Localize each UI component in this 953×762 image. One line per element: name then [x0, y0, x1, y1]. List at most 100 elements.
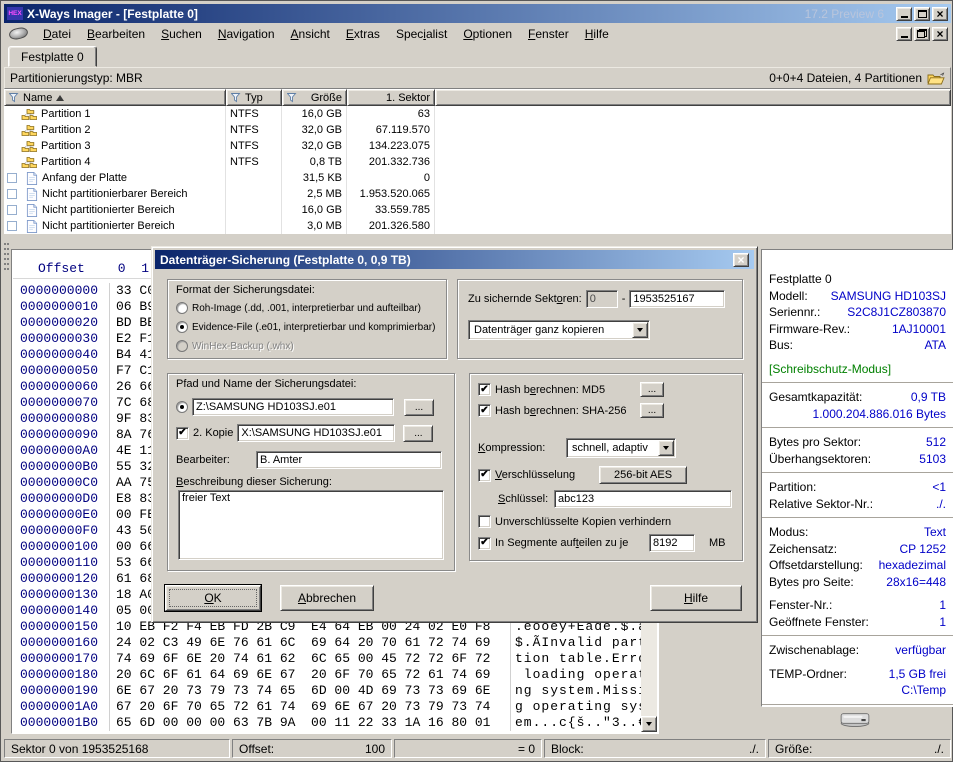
- mdi-close-button[interactable]: ×: [932, 27, 948, 41]
- table-row[interactable]: Partition 1 NT­FS 16,0 GB 63: [4, 106, 951, 122]
- menu-item-specialist[interactable]: Specialist: [388, 25, 455, 43]
- browse-button-2[interactable]: ...: [403, 425, 433, 442]
- menu-item-ansicht[interactable]: Ansicht: [283, 25, 338, 43]
- sectors-to-input[interactable]: [629, 290, 725, 308]
- tab-festplatte-0[interactable]: Festplatte 0: [8, 46, 97, 67]
- copy2-path-input[interactable]: [237, 424, 395, 442]
- dialog-title-bar[interactable]: Datenträger-Sicherung (Festplatte 0, 0,9…: [155, 250, 754, 269]
- bytes-cell[interactable]: 20 6C 6F 61 64 69 6E 67 20 6F 70 65 72 6…: [110, 667, 510, 683]
- close-button[interactable]: ×: [932, 7, 948, 21]
- text-cell[interactable]: g operating syst: [510, 699, 652, 715]
- file-icon: [26, 188, 38, 201]
- table-row[interactable]: Anfang der Platte 31,5 KB 0: [4, 170, 951, 186]
- bytes-cell[interactable]: 67 20 6F 70 65 72 61 74 69 6E 67 20 73 7…: [110, 699, 510, 715]
- temp-path: C:\Temp: [901, 683, 946, 697]
- primary-path-input[interactable]: [192, 398, 394, 416]
- dropdown-arrow-icon[interactable]: [632, 322, 648, 338]
- table-row[interactable]: Partition 3 NTFS 32,0 GB 134.223.075: [4, 138, 951, 154]
- hash-sha256-checkbox[interactable]: [478, 404, 491, 417]
- column-header-typ[interactable]: Typ: [226, 89, 282, 106]
- key-input[interactable]: [554, 490, 732, 508]
- text-cell[interactable]: tion table.Error: [510, 651, 652, 667]
- bytes-cell[interactable]: 6E 67 20 73 79 73 74 65 6D 00 4D 69 73 7…: [110, 683, 510, 699]
- column-header-groesse[interactable]: Größe: [282, 89, 347, 106]
- primary-path-radio[interactable]: [176, 401, 188, 413]
- help-button[interactable]: Hilfe: [650, 585, 742, 611]
- row-checkbox[interactable]: [7, 205, 17, 215]
- kompression-select[interactable]: schnell, adaptiv: [566, 438, 676, 458]
- minimize-button[interactable]: [896, 7, 912, 21]
- table-row[interactable]: Partition 2 NTFS 32,0 GB 67.119.570: [4, 122, 951, 138]
- segment-size-input[interactable]: [649, 534, 695, 552]
- status-size[interactable]: Größe:./.: [768, 739, 951, 758]
- status-sector[interactable]: Sektor 0 von 1953525168: [4, 739, 230, 758]
- text-cell[interactable]: ng system.Missin: [510, 683, 652, 699]
- menu-item-hilfe[interactable]: Hilfe: [577, 25, 617, 43]
- text-cell[interactable]: $.ÃInvalid parti: [510, 635, 652, 651]
- menu-bar: Datei Bearbeiten Suchen Navigation Ansic…: [4, 23, 951, 44]
- filter-icon[interactable]: [287, 93, 297, 103]
- hex-row[interactable]: 000000018020 6C 6F 61 64 69 6E 67 20 6F …: [13, 667, 652, 683]
- title-bar[interactable]: HEX X-Ways Imager - [Festplatte 0] 17.2 …: [4, 4, 951, 23]
- maximize-button[interactable]: [914, 7, 930, 21]
- table-row[interactable]: Nicht partitionierbarer Bereich 2,5 MB 1…: [4, 186, 951, 202]
- hex-row[interactable]: 00000001B065 6D 00 00 00 63 7B 9A 00 11 …: [13, 715, 652, 731]
- row-checkbox[interactable]: [7, 189, 17, 199]
- bytes-cell[interactable]: 74 69 6F 6E 20 74 61 62 6C 65 00 45 72 7…: [110, 651, 510, 667]
- menu-item-optionen[interactable]: Optionen: [455, 25, 520, 43]
- filter-icon[interactable]: [9, 93, 19, 103]
- row-checkbox[interactable]: [7, 221, 17, 231]
- hex-row[interactable]: 000000017074 69 6F 6E 20 74 61 62 6C 65 …: [13, 651, 652, 667]
- browse-button-1[interactable]: ...: [404, 399, 434, 416]
- hex-row[interactable]: 00000001906E 67 20 73 79 73 74 65 6D 00 …: [13, 683, 652, 699]
- menu-item-bearbeiten[interactable]: Bearbeiten: [79, 25, 153, 43]
- radio-roh-image[interactable]: [176, 302, 188, 314]
- cancel-button[interactable]: Abbrechen: [280, 585, 374, 611]
- hex-row[interactable]: 00000001A067 20 6F 70 65 72 61 74 69 6E …: [13, 699, 652, 715]
- open-folder-icon[interactable]: [927, 72, 945, 85]
- status-byte-value[interactable]: = 0: [394, 739, 542, 758]
- panel-value: 1: [939, 615, 946, 629]
- hex-row[interactable]: 000000016024 02 C3 49 6E 76 61 6C 69 64 …: [13, 635, 652, 651]
- menu-item-suchen[interactable]: Suchen: [153, 25, 210, 43]
- bytes-cell[interactable]: 65 6D 00 00 00 63 7B 9A 00 11 22 33 1A 1…: [110, 715, 510, 731]
- scope-select[interactable]: Datenträger ganz kopieren: [468, 320, 650, 340]
- menu-item-datei[interactable]: Datei: [35, 25, 79, 43]
- mdi-minimize-button[interactable]: [896, 27, 912, 41]
- mdi-restore-button[interactable]: [914, 27, 930, 41]
- description-textarea[interactable]: freier Text: [178, 490, 444, 560]
- encryption-checkbox[interactable]: [478, 469, 491, 482]
- prevent-unencrypted-checkbox[interactable]: [478, 515, 491, 528]
- column-header-name[interactable]: Name: [4, 89, 226, 106]
- splitter-handle[interactable]: [3, 243, 10, 273]
- table-row[interactable]: Nicht partitionierter Bereich 3,0 MB 201…: [4, 218, 951, 234]
- text-cell[interactable]: em...c{š.."3..€.: [510, 715, 652, 731]
- status-block[interactable]: Block:./.: [544, 739, 766, 758]
- table-row[interactable]: Partition 4 NTFS 0,8 TB 201.332.736: [4, 154, 951, 170]
- bearbeiter-input[interactable]: [256, 451, 442, 469]
- column-header-sektor[interactable]: 1. Sektor: [347, 89, 435, 106]
- radio-evidence-file[interactable]: [176, 321, 188, 333]
- name-cell: Anfang der Platte: [4, 170, 226, 186]
- aes-button[interactable]: 256-bit AES: [599, 466, 687, 484]
- hash-md5-options-button[interactable]: ...: [640, 382, 664, 397]
- dropdown-arrow-icon[interactable]: [658, 440, 674, 456]
- table-row[interactable]: Nicht partitionierter Bereich 16,0 GB 33…: [4, 202, 951, 218]
- bytes-cell[interactable]: 24 02 C3 49 6E 76 61 6C 69 64 20 70 61 7…: [110, 635, 510, 651]
- hash-md5-checkbox[interactable]: [478, 383, 491, 396]
- scroll-down-button[interactable]: [641, 716, 657, 732]
- status-offset[interactable]: Offset:100: [232, 739, 392, 758]
- filter-icon[interactable]: [231, 93, 241, 103]
- split-segments-checkbox[interactable]: [478, 537, 491, 550]
- dialog-close-button[interactable]: ×: [733, 253, 749, 267]
- menu-item-extras[interactable]: Extras: [338, 25, 388, 43]
- ok-button[interactable]: OK: [165, 585, 261, 611]
- menu-item-fenster[interactable]: Fenster: [520, 25, 577, 43]
- size-cell: 31,5 KB: [282, 170, 347, 186]
- hash-sha256-options-button[interactable]: ...: [640, 403, 664, 418]
- menu-disk-icon[interactable]: [8, 26, 29, 41]
- copy2-checkbox[interactable]: [176, 427, 189, 440]
- menu-item-navigation[interactable]: Navigation: [210, 25, 283, 43]
- row-checkbox[interactable]: [7, 173, 17, 183]
- text-cell[interactable]: loading operati: [510, 667, 652, 683]
